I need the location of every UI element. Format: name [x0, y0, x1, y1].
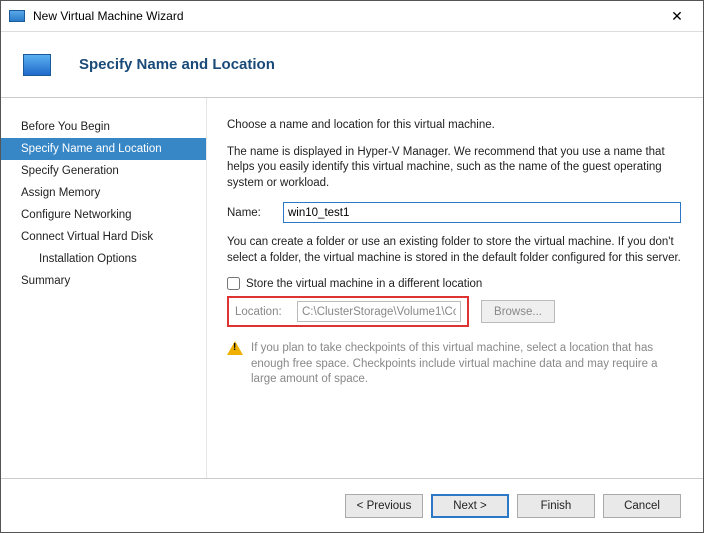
step-specify-name-location[interactable]: Specify Name and Location — [1, 138, 206, 160]
finish-button[interactable]: Finish — [517, 494, 595, 518]
close-icon[interactable]: ✕ — [655, 2, 699, 30]
previous-button[interactable]: < Previous — [345, 494, 423, 518]
folder-description: You can create a folder or use an existi… — [227, 235, 681, 266]
browse-button: Browse... — [481, 300, 555, 323]
checkpoint-warning-text: If you plan to take checkpoints of this … — [251, 341, 681, 388]
step-configure-networking[interactable]: Configure Networking — [1, 204, 206, 226]
step-assign-memory[interactable]: Assign Memory — [1, 182, 206, 204]
wizard-window: New Virtual Machine Wizard ✕ Specify Nam… — [0, 0, 704, 533]
button-bar: < Previous Next > Finish Cancel — [1, 478, 703, 532]
name-description: The name is displayed in Hyper-V Manager… — [227, 145, 681, 192]
step-before-you-begin[interactable]: Before You Begin — [1, 116, 206, 138]
step-installation-options[interactable]: Installation Options — [1, 248, 206, 270]
step-connect-vhd[interactable]: Connect Virtual Hard Disk — [1, 226, 206, 248]
name-label: Name: — [227, 207, 275, 219]
next-button[interactable]: Next > — [431, 494, 509, 518]
wizard-header: Specify Name and Location — [1, 32, 703, 98]
wizard-content: Choose a name and location for this virt… — [207, 98, 703, 478]
wizard-sidebar: Before You Begin Specify Name and Locati… — [1, 98, 207, 478]
location-highlight: Location: — [227, 296, 469, 327]
name-input[interactable] — [283, 202, 681, 223]
page-heading: Specify Name and Location — [79, 56, 275, 73]
cancel-button[interactable]: Cancel — [603, 494, 681, 518]
window-title: New Virtual Machine Wizard — [33, 9, 655, 23]
location-label: Location: — [235, 306, 291, 318]
warning-icon — [227, 341, 243, 357]
step-summary[interactable]: Summary — [1, 270, 206, 292]
app-icon — [9, 10, 25, 22]
intro-text: Choose a name and location for this virt… — [227, 118, 681, 134]
store-different-location-checkbox[interactable] — [227, 277, 240, 290]
location-input — [297, 301, 461, 322]
wizard-icon — [23, 54, 51, 76]
step-specify-generation[interactable]: Specify Generation — [1, 160, 206, 182]
titlebar: New Virtual Machine Wizard ✕ — [1, 1, 703, 32]
checkpoint-warning: If you plan to take checkpoints of this … — [227, 341, 681, 388]
store-different-location-label: Store the virtual machine in a different… — [246, 278, 482, 290]
